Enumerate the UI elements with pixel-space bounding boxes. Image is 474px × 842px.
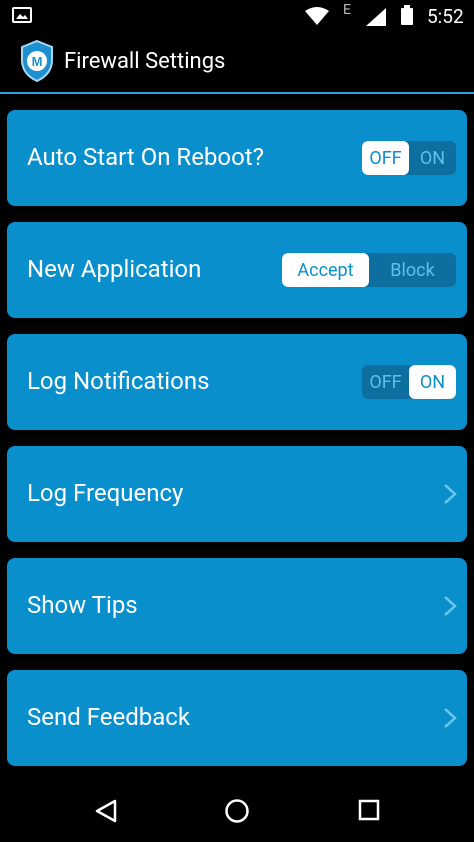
status-time: 5:52 [427,5,464,28]
log-notifications-toggle[interactable]: OFF ON [362,365,456,399]
signal-icon [366,8,386,26]
status-bar: E 5:52 [0,0,474,32]
setting-label: Log Notifications [27,367,210,395]
toggle-option-off[interactable]: OFF [362,141,409,175]
gallery-icon [12,7,32,23]
setting-send-feedback[interactable]: Send Feedback [7,670,467,766]
toggle-option-off[interactable]: OFF [362,365,409,399]
setting-label: Auto Start On Reboot? [27,143,264,171]
svg-text:M: M [32,54,43,69]
setting-auto-start: Auto Start On Reboot? OFF ON [7,110,467,206]
toggle-option-on[interactable]: ON [409,365,456,399]
home-icon[interactable] [224,798,250,824]
battery-icon [401,5,413,25]
chevron-right-icon [444,484,457,504]
page-title: Firewall Settings [64,49,226,74]
back-icon[interactable] [95,799,117,823]
chevron-right-icon [444,596,457,616]
setting-label: Send Feedback [27,703,190,731]
wifi-icon [305,7,329,25]
navigation-bar [0,776,474,842]
auto-start-toggle[interactable]: OFF ON [362,141,456,175]
setting-log-notifications: Log Notifications OFF ON [7,334,467,430]
network-type-label: E [343,2,351,18]
toggle-option-on[interactable]: ON [409,141,456,175]
setting-new-application: New Application Accept Block [7,222,467,318]
toggle-option-block[interactable]: Block [369,253,456,287]
setting-label: Log Frequency [27,479,184,507]
chevron-right-icon [444,708,457,728]
app-bar: M Firewall Settings [0,32,474,94]
shield-logo-icon: M [21,40,53,82]
new-application-toggle[interactable]: Accept Block [282,253,456,287]
setting-log-frequency[interactable]: Log Frequency [7,446,467,542]
setting-show-tips[interactable]: Show Tips [7,558,467,654]
setting-label: New Application [27,255,202,283]
toggle-option-accept[interactable]: Accept [282,253,369,287]
setting-label: Show Tips [27,591,138,619]
recents-icon[interactable] [358,799,380,821]
